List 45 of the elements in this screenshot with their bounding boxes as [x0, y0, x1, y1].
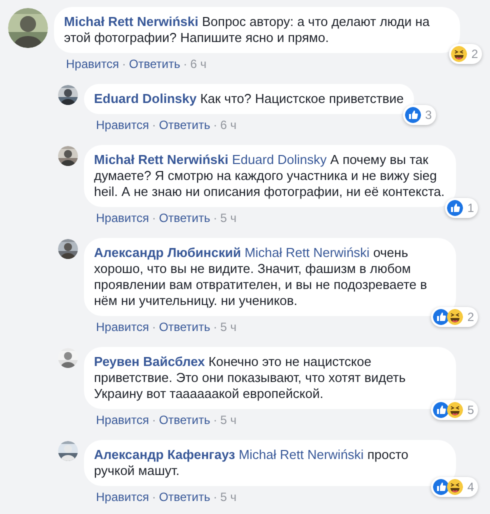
mention-link[interactable]: Michał Rett Nerwiński	[238, 447, 364, 462]
action-link[interactable]: Ответить	[158, 210, 210, 226]
author-link[interactable]: Eduard Dolinsky	[94, 91, 197, 106]
separator-dot: ·	[152, 319, 156, 335]
action-link[interactable]: Ответить	[158, 319, 210, 335]
reaction-count: 2	[470, 46, 478, 62]
comment-text: Michał Rett Nerwiński Eduard Dolinsky А почему вы так думаете? Я смотрю на каждого участника и не вижу sieg heil. А не знаю ни описания фотографии, ни её контекста.	[84, 145, 456, 207]
action-link[interactable]: Нравится	[96, 489, 149, 505]
author-link[interactable]: Реувен Вайсблех	[94, 354, 205, 369]
author-link[interactable]: Александр Кафенгауз	[94, 447, 236, 462]
comment-text: Eduard Dolinsky Как что? Нацистское приветствие	[84, 84, 414, 114]
comment-text: Александр Любинский Michał Rett Nerwiński очень хорошо, что вы не видите. Значит, фашизм в любом проявлении вам отвратителен, и вы не подозреваете в нём ни учительницу. ни учеников.	[84, 238, 456, 316]
action-link[interactable]: Ответить	[128, 56, 180, 72]
separator-dot: ·	[213, 489, 218, 505]
separator-dot: ·	[122, 56, 126, 72]
author-link[interactable]: Michał Rett Nerwiński	[64, 14, 198, 29]
action-link[interactable]: Ответить	[158, 489, 210, 505]
separator-dot: ·	[213, 412, 218, 428]
author-link[interactable]: Александр Любинский	[94, 245, 241, 260]
author-link[interactable]: Michał Rett Nerwiński	[94, 152, 228, 167]
separator-dot: ·	[152, 489, 156, 505]
action-link[interactable]: Нравится	[96, 117, 149, 133]
action-link[interactable]: Нравится	[66, 56, 119, 72]
separator-dot: ·	[213, 319, 218, 335]
action-link[interactable]: Нравится	[96, 412, 149, 428]
separator-dot: ·	[152, 117, 156, 133]
reaction-count: 4	[466, 479, 474, 495]
reaction-count: 3	[424, 107, 432, 123]
action-link[interactable]: Ответить	[158, 117, 210, 133]
comment-text: Александр Кафенгауз Michał Rett Nerwiński просто ручкой машут.	[84, 440, 456, 486]
reaction-count: 1	[466, 200, 474, 216]
separator-dot: ·	[213, 117, 218, 133]
mention-link[interactable]: Michał Rett Nerwiński	[244, 245, 370, 260]
reaction-count: 5	[466, 402, 474, 418]
separator-dot: ·	[183, 56, 188, 72]
action-link[interactable]: Ответить	[158, 412, 210, 428]
reaction-count: 2	[466, 309, 474, 325]
mention-link[interactable]: Eduard Dolinsky	[232, 152, 327, 167]
separator-dot: ·	[213, 210, 218, 226]
comment-text: Michał Rett Nerwiński Вопрос автору: а что делают люди на этой фотографии? Напишите ясно и прямо.	[54, 7, 460, 53]
separator-dot: ·	[152, 412, 156, 428]
action-link[interactable]: Нравится	[96, 210, 149, 226]
separator-dot: ·	[152, 210, 156, 226]
comment-text: Реувен Вайсблех Конечно это не нацистское приветствие. Это они показывают, что хотят видеть Украину вот таааааакой европейской.	[84, 347, 456, 409]
action-link[interactable]: Нравится	[96, 319, 149, 335]
